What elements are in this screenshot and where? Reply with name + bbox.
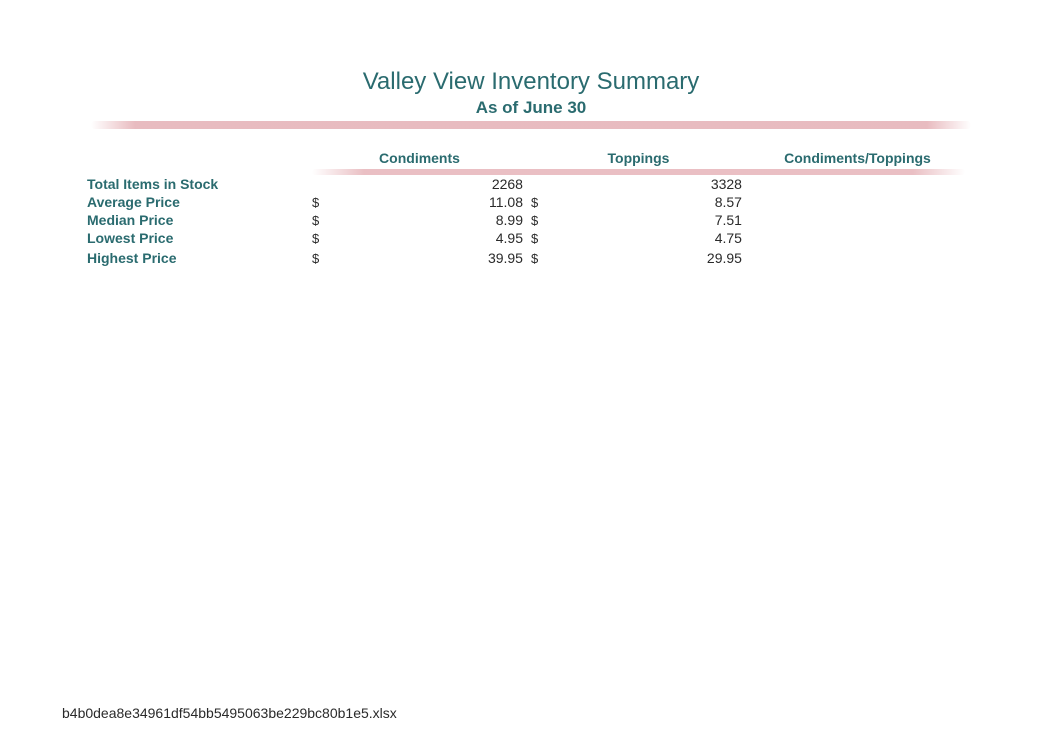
label-median-price: Median Price <box>87 211 310 229</box>
summary-table: Condiments Toppings Condiments/Toppings … <box>87 147 967 267</box>
value-median-price-condiments: $8.99 <box>310 211 529 229</box>
value-total-items-ct <box>748 175 967 193</box>
title-divider <box>91 121 971 129</box>
value-highest-price-condiments: $39.95 <box>310 249 529 267</box>
label-total-items: Total Items in Stock <box>87 175 310 193</box>
row-median-price: Median Price $8.99 $7.51 <box>87 211 967 229</box>
row-average-price: Average Price $11.08 $8.57 <box>87 193 967 211</box>
value-median-price-toppings: $7.51 <box>529 211 748 229</box>
value-total-items-condiments: 2268 <box>310 175 529 193</box>
value-lowest-price-ct <box>748 229 967 247</box>
value-average-price-ct <box>748 193 967 211</box>
row-lowest-price: Lowest Price $4.95 $4.75 <box>87 229 967 247</box>
value-average-price-toppings: $8.57 <box>529 193 748 211</box>
label-lowest-price: Lowest Price <box>87 229 310 247</box>
value-highest-price-toppings: $29.95 <box>529 249 748 267</box>
page-title: Valley View Inventory Summary <box>0 68 1062 96</box>
label-highest-price: Highest Price <box>87 249 310 267</box>
footer-filename: b4b0dea8e34961df54bb5495063be229bc80b1e5… <box>62 705 397 721</box>
header-condiments: Condiments <box>310 147 529 169</box>
row-highest-price: Highest Price $39.95 $29.95 <box>87 249 967 267</box>
value-average-price-condiments: $11.08 <box>310 193 529 211</box>
label-average-price: Average Price <box>87 193 310 211</box>
header-toppings: Toppings <box>529 147 748 169</box>
table-header-row: Condiments Toppings Condiments/Toppings <box>87 147 967 169</box>
value-lowest-price-condiments: $4.95 <box>310 229 529 247</box>
value-lowest-price-toppings: $4.75 <box>529 229 748 247</box>
row-total-items: Total Items in Stock 2268 3328 <box>87 175 967 193</box>
value-median-price-ct <box>748 211 967 229</box>
header-blank <box>87 147 310 169</box>
document-page: Valley View Inventory Summary As of June… <box>0 0 1062 267</box>
header-condiments-toppings: Condiments/Toppings <box>748 147 967 169</box>
value-highest-price-ct <box>748 249 967 267</box>
summary-table-wrap: Condiments Toppings Condiments/Toppings … <box>87 147 967 267</box>
page-subtitle: As of June 30 <box>0 98 1062 118</box>
value-total-items-toppings: 3328 <box>529 175 748 193</box>
